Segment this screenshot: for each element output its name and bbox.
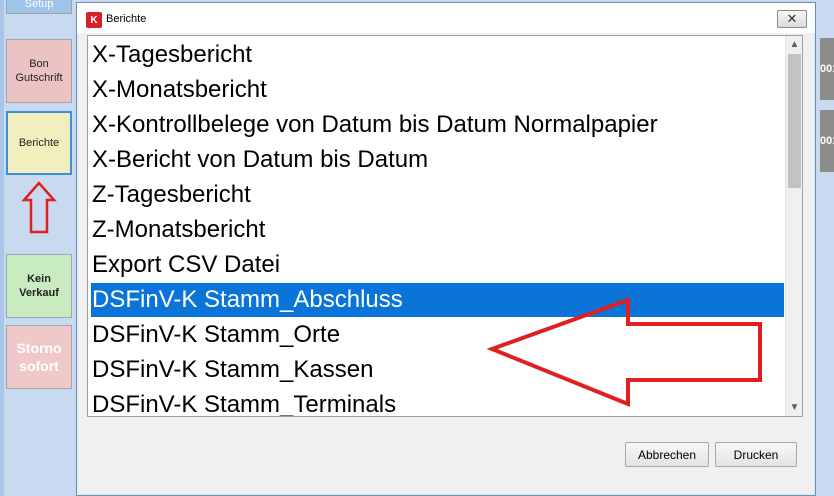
- background-strip: [0, 0, 4, 496]
- scrollbar-thumb[interactable]: [788, 54, 801, 188]
- berichte-tile[interactable]: Berichte: [6, 111, 72, 175]
- list-item[interactable]: DSFinV-K Stamm_Orte: [91, 318, 784, 352]
- list-item[interactable]: X-Kontrollbelege von Datum bis Datum Nor…: [91, 108, 784, 142]
- close-icon: ✕: [786, 11, 798, 26]
- app-logo-icon: K: [86, 12, 102, 28]
- list-item[interactable]: X-Bericht von Datum bis Datum: [91, 143, 784, 177]
- list-item[interactable]: X-Tagesbericht: [91, 38, 784, 72]
- list-item[interactable]: Export CSV Datei: [91, 248, 784, 282]
- scroll-up-icon[interactable]: ▲: [786, 36, 802, 53]
- reports-dialog: K Berichte ✕ X-Tagesbericht X-Monatsberi…: [76, 2, 816, 496]
- app-logo-text: K: [90, 14, 98, 26]
- annotation-up-arrow-icon: [21, 181, 57, 234]
- dialog-titlebar[interactable]: K Berichte ✕: [77, 3, 815, 33]
- dialog-title: Berichte: [106, 13, 147, 25]
- cancel-button[interactable]: Abbrechen: [625, 442, 709, 467]
- list-item[interactable]: Z-Tagesbericht: [91, 178, 784, 212]
- bon-gutschrift-tile[interactable]: Bon Gutschrift: [6, 39, 72, 103]
- right-tile-2[interactable]: 001: [820, 110, 834, 172]
- storno-sofort-tile[interactable]: Storno sofort: [6, 325, 72, 389]
- list-item-selected[interactable]: DSFinV-K Stamm_Abschluss: [91, 283, 784, 317]
- scroll-down-icon[interactable]: ▼: [786, 399, 802, 416]
- reports-list[interactable]: X-Tagesbericht X-Monatsbericht X-Kontrol…: [87, 35, 803, 417]
- list-item[interactable]: DSFinV-K Stamm_Kassen: [91, 353, 784, 387]
- bon-gutschrift-label: Bon Gutschrift: [15, 58, 63, 84]
- berichte-tile-label: Berichte: [18, 137, 60, 149]
- right-tile-1-label: 001: [820, 63, 834, 75]
- right-tile-1[interactable]: 001: [820, 38, 834, 100]
- storno-sofort-label: Storno sofort: [16, 340, 62, 374]
- kein-verkauf-label: Kein Verkauf: [19, 273, 59, 299]
- kein-verkauf-tile[interactable]: Kein Verkauf: [6, 254, 72, 318]
- list-item[interactable]: Z-Monatsbericht: [91, 213, 784, 247]
- setup-tile[interactable]: Setup: [6, 0, 72, 14]
- setup-tile-label: Setup: [24, 0, 54, 10]
- list-item[interactable]: DSFinV-K Stamm_Terminals: [91, 388, 784, 416]
- list-item[interactable]: X-Monatsbericht: [91, 73, 784, 107]
- close-button[interactable]: ✕: [777, 10, 807, 28]
- print-button[interactable]: Drucken: [715, 442, 797, 467]
- vertical-scrollbar[interactable]: ▲ ▼: [785, 36, 802, 416]
- right-tile-2-label: 001: [820, 135, 834, 147]
